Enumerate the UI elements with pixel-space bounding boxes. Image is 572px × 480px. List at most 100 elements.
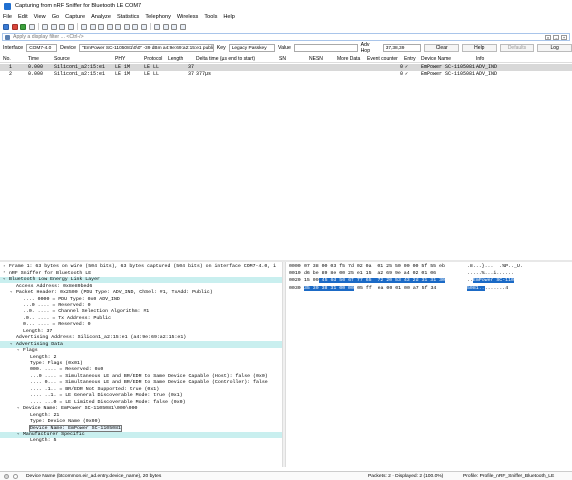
tree-item[interactable]: .... ...0 = LE Limited Discoverable Mode… <box>0 399 282 405</box>
menu-analyze[interactable]: Analyze <box>91 14 111 20</box>
tree-item[interactable]: › Frame 1: 63 bytes on wire (504 bits), 6… <box>0 264 282 270</box>
tree-expanded-icon[interactable]: ⌄ <box>17 432 21 436</box>
tree-item[interactable]: Device Name: EmPower SC-1105081 <box>0 424 282 432</box>
tree-item[interactable]: Length: 2 <box>0 354 282 360</box>
packet-row[interactable]: 2 0.000 Silicon1_a2:15:e1 LE 1M LE LL 37… <box>0 71 572 78</box>
restart-capture-icon[interactable] <box>20 23 26 30</box>
tree-item[interactable]: ..0. .... = Channel Selection Algorithm:… <box>0 309 282 315</box>
apply-filter-icon[interactable]: → <box>553 34 559 40</box>
value-input[interactable] <box>293 44 358 52</box>
menu-telephony[interactable]: Telephony <box>145 14 171 20</box>
menu-help[interactable]: Help <box>223 14 235 20</box>
close-file-icon[interactable] <box>59 23 65 30</box>
column-header-sn[interactable]: SN <box>279 56 286 62</box>
bookmark-icon[interactable] <box>5 34 10 40</box>
menu-edit[interactable]: Edit <box>18 14 28 20</box>
add-filter-icon[interactable]: + <box>561 34 567 40</box>
reload-file-icon[interactable] <box>67 23 74 30</box>
defaults-button[interactable]: Defaults <box>499 44 535 52</box>
help-button[interactable]: Help <box>462 44 497 52</box>
first-packet-icon[interactable] <box>115 23 121 30</box>
stop-capture-icon[interactable] <box>11 23 18 30</box>
tree-item[interactable]: 000. .... = Reserved: 0x0 <box>0 367 282 373</box>
column-header-delta-time[interactable]: Delta time (µs end to start) <box>196 56 255 62</box>
device-select[interactable]: "EmPower SC-1105081\0\0" -39 dBm a4:9e:6… <box>79 44 214 52</box>
find-packet-icon[interactable] <box>81 23 87 30</box>
column-header-no[interactable]: No. <box>3 56 11 62</box>
colorize-icon[interactable] <box>140 23 147 30</box>
resize-columns-icon[interactable] <box>179 23 186 30</box>
menu-statistics[interactable]: Statistics <box>117 14 139 20</box>
start-capture-icon[interactable] <box>3 23 9 30</box>
pane-splitter-vertical[interactable] <box>282 262 286 467</box>
tree-expanded-icon[interactable]: ⌄ <box>10 290 14 294</box>
menu-view[interactable]: View <box>34 14 46 20</box>
menu-capture[interactable]: Capture <box>65 14 85 20</box>
tree-item[interactable]: Advertising Address: Silicon1_a2:15:e1 (… <box>0 335 282 341</box>
tree-item[interactable]: ⌄ Advertising Data <box>0 341 282 348</box>
expert-info-icon[interactable] <box>4 473 9 479</box>
tree-expanded-icon[interactable]: ⌄ <box>10 342 14 346</box>
column-header-length[interactable]: Length <box>168 56 183 62</box>
column-header-phy[interactable]: PHY <box>115 56 125 62</box>
tree-item[interactable]: ⌄ Flags <box>0 348 282 354</box>
tree-item-label: .... ...0 = LE Limited Discoverable Mode… <box>30 399 186 405</box>
zoom-out-icon[interactable] <box>162 23 169 30</box>
tree-item[interactable]: .... ..1. = LE General Discoverable Mode… <box>0 393 282 399</box>
tree-item[interactable]: Length: 5 <box>0 438 282 444</box>
go-to-packet-icon[interactable] <box>106 23 113 30</box>
tree-collapsed-icon[interactable]: › <box>3 271 7 275</box>
interface-select[interactable]: COM7-4.0 <box>26 44 58 52</box>
status-profile[interactable]: Profile: Profile_nRF_Sniffer_Bluetooth_L… <box>463 474 554 479</box>
tree-item[interactable]: .... 0... = Simultaneous LE and BR/EDR t… <box>0 380 282 386</box>
zoom-in-icon[interactable] <box>154 23 160 30</box>
normal-size-icon[interactable] <box>171 23 177 30</box>
tree-expanded-icon[interactable]: ⌄ <box>17 406 21 410</box>
menu-tools[interactable]: Tools <box>204 14 217 20</box>
capture-options-icon[interactable] <box>28 23 35 30</box>
open-file-icon[interactable] <box>42 23 48 30</box>
go-forward-icon[interactable] <box>98 23 104 30</box>
hex-row[interactable]: 0030 35 30 38 31 00 00 05 ff ea 00 01 00 … <box>287 285 572 292</box>
column-header-time[interactable]: Time <box>28 56 39 62</box>
column-header-source[interactable]: Source <box>54 56 70 62</box>
tree-item[interactable]: .... .1.. = BR/EDR Not Supported: true (… <box>0 387 282 393</box>
tree-item[interactable]: ⌄ Device Name: EmPower SC-1105081\000\000 <box>0 406 282 412</box>
tree-item[interactable]: 0... .... = Reserved: 0 <box>0 322 282 328</box>
menu-go[interactable]: Go <box>52 14 59 20</box>
menu-wireless[interactable]: Wireless <box>177 14 198 20</box>
tree-item[interactable]: › nRF Sniffer for Bluetooth LE <box>0 270 282 276</box>
save-file-icon[interactable] <box>50 23 57 30</box>
tree-item[interactable]: ⌄ Packet Header: 0x2500 (PDU Type: ADV_IN… <box>0 290 282 296</box>
column-header-event-counter[interactable]: Event counter <box>367 56 398 62</box>
log-button[interactable]: Log <box>537 44 572 52</box>
tree-collapsed-icon[interactable]: › <box>3 265 7 269</box>
tree-item[interactable]: ⌄ Bluetooth Low Energy Link Layer <box>0 276 282 284</box>
column-header-more-data[interactable]: More Data <box>337 56 360 62</box>
go-back-icon[interactable] <box>89 23 96 30</box>
tree-item[interactable]: .... 0000 = PDU Type: 0x0 ADV_IND <box>0 296 282 302</box>
tree-item[interactable]: Access Address: 0x8e89bed6 <box>0 283 282 289</box>
tree-expanded-icon[interactable]: ⌄ <box>3 277 7 281</box>
column-header-protocol[interactable]: Protocol <box>144 56 162 62</box>
packet-row[interactable]: 1 0.000 Silicon1_a2:15:e1 LE 1M LE LL 37… <box>0 64 572 71</box>
column-header-entry[interactable]: Entry <box>404 56 416 62</box>
column-header-nesn[interactable]: NESN <box>309 56 323 62</box>
key-select[interactable]: Legacy Passkey <box>228 44 276 52</box>
column-header-device-name[interactable]: Device Name <box>421 56 451 62</box>
last-packet-icon[interactable] <box>123 23 130 30</box>
tree-item[interactable]: Length: 21 <box>0 412 282 418</box>
column-header-info[interactable]: Info <box>476 56 484 62</box>
hex-row[interactable]: 0000 07 38 00 03 f5 7d 02 0a 01 25 50 00 … <box>287 264 572 271</box>
adv-hop-input[interactable]: 37,38,39 <box>382 44 422 52</box>
clear-filter-icon[interactable]: × <box>545 34 551 40</box>
display-filter-input[interactable] <box>13 34 483 40</box>
tree-item[interactable]: Length: 37 <box>0 329 282 335</box>
tree-expanded-icon[interactable]: ⌄ <box>17 348 21 352</box>
hex-row[interactable]: 0020 15 09 45 6d 50 6f 77 65 72 20 53 43 … <box>287 278 572 285</box>
clear-button[interactable]: Clear <box>424 44 459 52</box>
menu-file[interactable]: File <box>3 14 12 20</box>
capture-comment-icon[interactable] <box>13 473 18 479</box>
autoscroll-icon[interactable] <box>132 23 138 30</box>
tree-item[interactable]: Type: Device Name (0x09) <box>0 419 282 425</box>
